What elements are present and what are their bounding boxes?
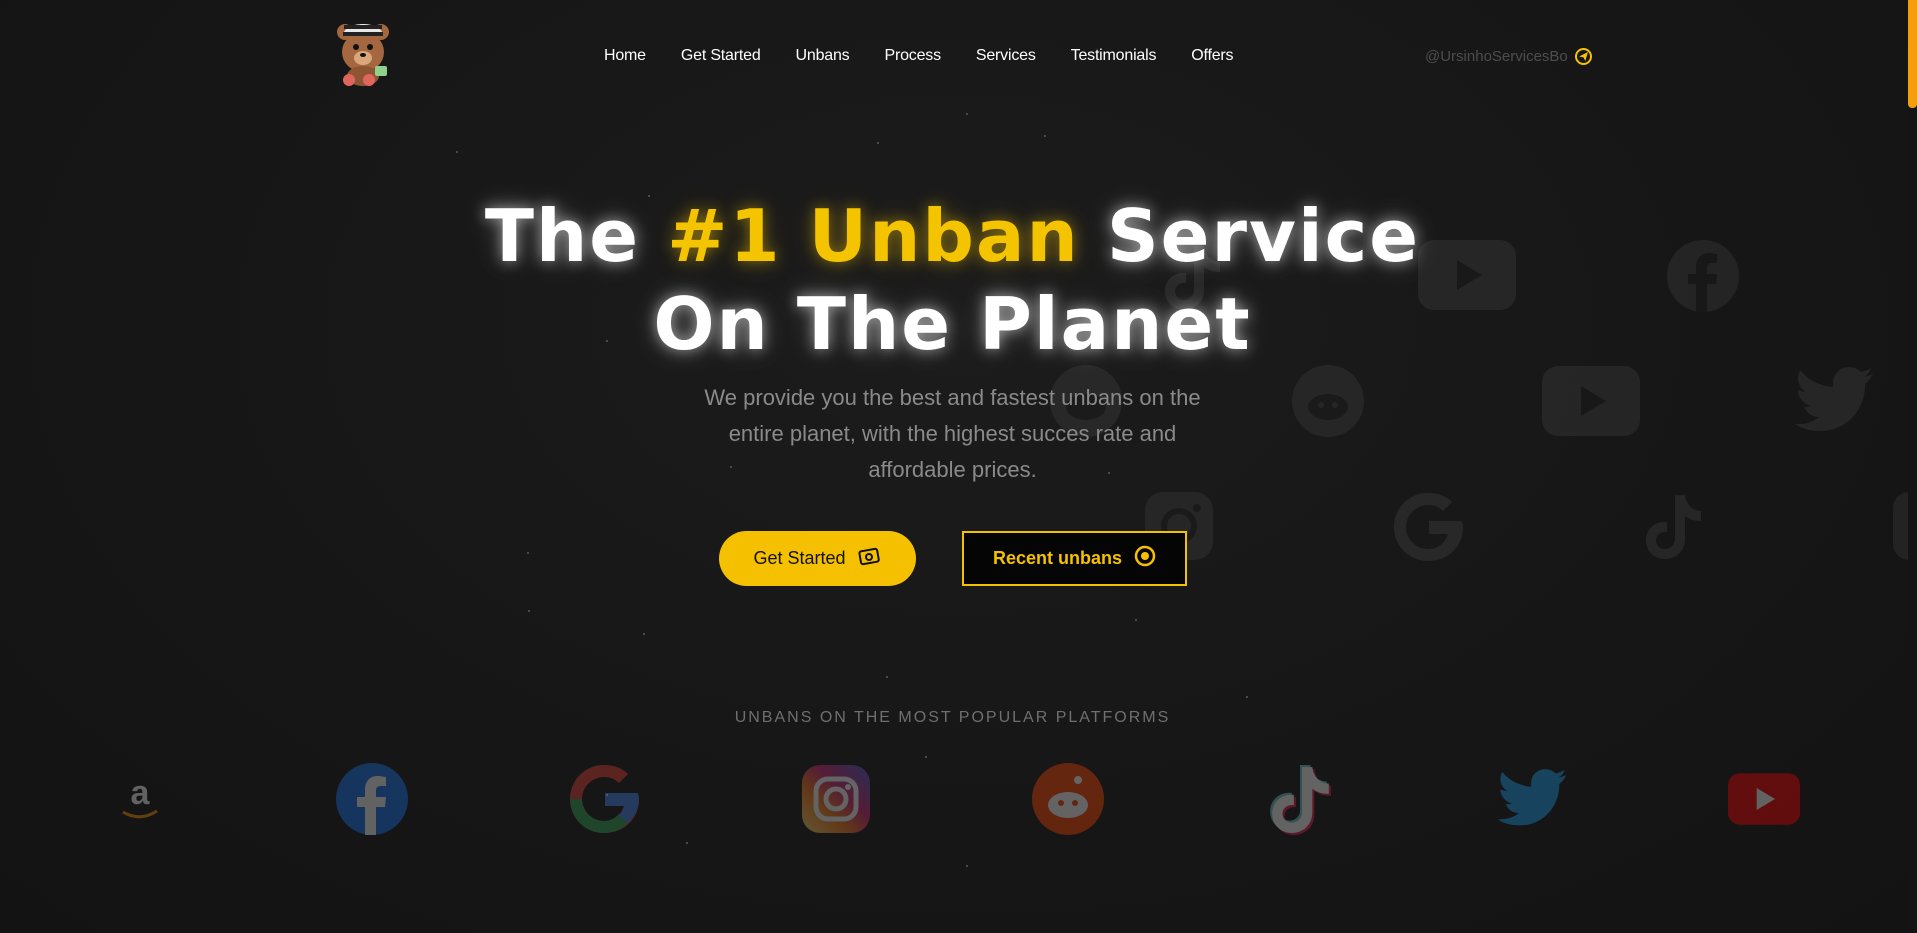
get-started-button[interactable]: Get Started: [719, 531, 916, 586]
reddit-icon: [1032, 763, 1104, 835]
nav-link-offers[interactable]: Offers: [1191, 47, 1233, 65]
teddy-bear-logo[interactable]: [333, 14, 393, 86]
recent-unbans-button[interactable]: Recent unbans: [962, 531, 1187, 586]
nav-link-get-started[interactable]: Get Started: [681, 47, 761, 65]
tiktok-icon: [1643, 490, 1703, 562]
hero-title-line1: The #1 Unban Service: [485, 194, 1420, 278]
nav-link-unbans[interactable]: Unbans: [796, 47, 850, 65]
hero-title: The #1 Unban Service On The Planet: [0, 192, 1905, 368]
nav-link-process[interactable]: Process: [884, 47, 941, 65]
top-navigation: Home Get Started Unbans Process Services…: [0, 0, 1917, 115]
telegram-handle-link[interactable]: @UrsinhoServicesBo: [1425, 48, 1592, 65]
get-started-button-label: Get Started: [753, 548, 846, 568]
scrollbar-thumb[interactable]: [1908, 0, 1917, 108]
facebook-icon: [336, 763, 408, 835]
recent-unbans-button-label: Recent unbans: [992, 548, 1123, 568]
instagram-icon: [800, 763, 872, 835]
hero-title-accent: #1 Unban: [667, 194, 1080, 278]
hero-title-part1: The: [484, 194, 668, 278]
nav-link-home[interactable]: Home: [604, 47, 646, 65]
hero-subtitle-line: affordable prices.: [868, 457, 1037, 482]
tiktok-icon: [1264, 763, 1336, 835]
amazon-icon: a: [104, 763, 176, 835]
twitter-icon: [1496, 763, 1568, 835]
svg-text:a: a: [131, 774, 151, 812]
money-icon: [857, 546, 882, 571]
page-scrollbar[interactable]: [1908, 0, 1917, 933]
hero-subtitle: We provide you the best and fastest unba…: [0, 380, 1905, 488]
hero-subtitle-line: We provide you the best and fastest unba…: [704, 385, 1201, 410]
hero-title-line2: On The Planet: [653, 282, 1252, 366]
telegram-handle-text: @UrsinhoServicesBo: [1425, 48, 1568, 65]
nav-link-services[interactable]: Services: [976, 47, 1036, 65]
google-icon: [1392, 491, 1464, 563]
youtube-icon: [1728, 763, 1800, 835]
google-icon: [568, 763, 640, 835]
hero-subtitle-line: entire planet, with the highest succes r…: [728, 421, 1177, 446]
nav-links: Home Get Started Unbans Process Services…: [604, 47, 1268, 65]
target-icon: [1134, 545, 1156, 572]
platforms-heading: UNBANS ON THE MOST POPULAR PLATFORMS: [734, 709, 1171, 726]
hero-title-part2: Service: [1079, 194, 1421, 278]
platform-icons-row: a: [0, 763, 1905, 837]
telegram-icon: [1574, 48, 1592, 65]
page: Home Get Started Unbans Process Services…: [0, 0, 1917, 933]
nav-link-testimonials[interactable]: Testimonials: [1071, 47, 1157, 65]
